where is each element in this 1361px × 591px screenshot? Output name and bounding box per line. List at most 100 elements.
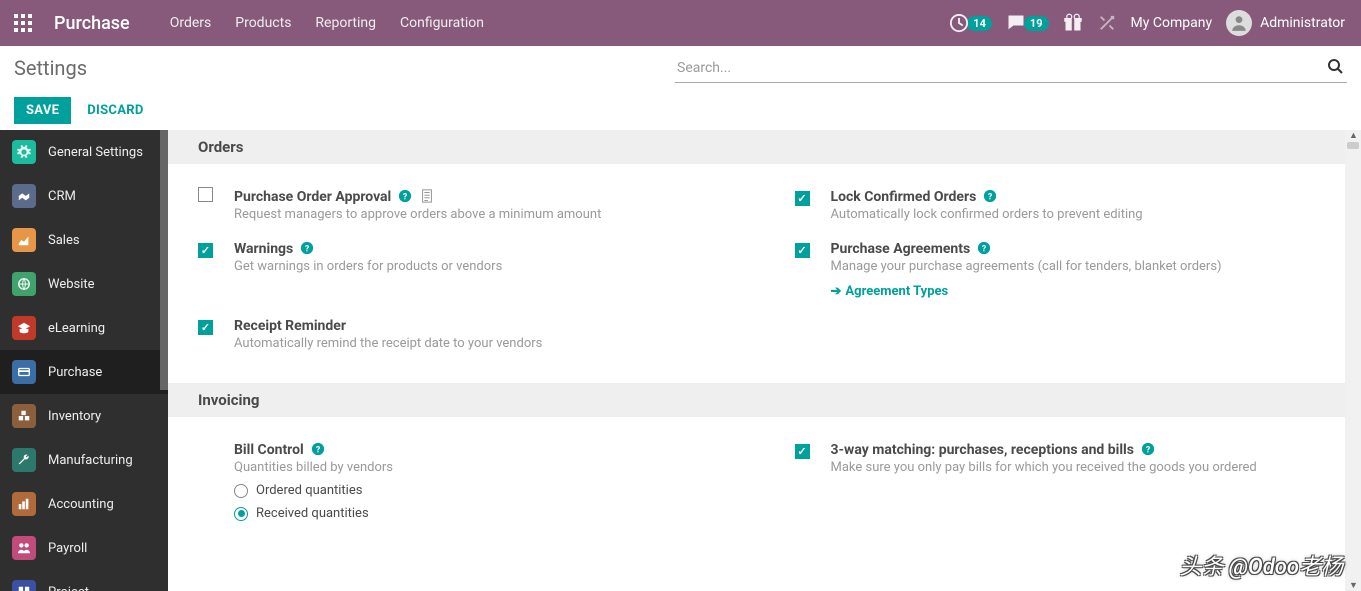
sidebar-scrollbar[interactable] bbox=[160, 130, 168, 390]
setting-po-approval-title: Purchase Order Approval bbox=[234, 189, 391, 205]
main-scrollbar[interactable]: ▲ ▼ bbox=[1345, 130, 1361, 591]
sidebar-item-purchase[interactable]: Purchase bbox=[0, 350, 168, 394]
help-icon[interactable]: ? bbox=[398, 189, 412, 203]
sidebar-item-general[interactable]: General Settings bbox=[0, 130, 168, 174]
setting-agreements-sub: Manage your purchase agreements (call fo… bbox=[831, 259, 1332, 274]
sidebar-item-label: Accounting bbox=[48, 497, 114, 512]
sidebar-item-crm[interactable]: CRM bbox=[0, 174, 168, 218]
checkbox-lock-orders[interactable] bbox=[795, 191, 810, 206]
radio-received-qty[interactable]: Received quantities bbox=[234, 506, 735, 521]
sidebar-item-label: Purchase bbox=[48, 365, 102, 380]
clock-icon bbox=[949, 13, 969, 33]
apps-launcher-icon[interactable] bbox=[0, 0, 46, 46]
sidebar-item-label: General Settings bbox=[48, 145, 143, 160]
checkbox-po-approval[interactable] bbox=[198, 187, 213, 202]
svg-text:?: ? bbox=[988, 193, 993, 203]
setting-bill-sub: Quantities billed by vendors bbox=[234, 460, 735, 475]
sidebar-item-label: Sales bbox=[48, 233, 80, 248]
app-title[interactable]: Purchase bbox=[54, 13, 130, 34]
setting-po-approval-sub: Request managers to approve orders above… bbox=[234, 207, 735, 222]
setting-receipt-sub: Automatically remind the receipt date to… bbox=[234, 336, 735, 351]
discard-button[interactable]: DISCARD bbox=[87, 103, 143, 118]
activity-count: 14 bbox=[967, 16, 992, 31]
bars-icon bbox=[12, 492, 36, 516]
radio-ordered-qty[interactable]: Ordered quantities bbox=[234, 483, 735, 498]
setting-warnings-sub: Get warnings in orders for products or v… bbox=[234, 259, 735, 274]
sidebar-item-label: Payroll bbox=[48, 541, 87, 556]
setting-lock-sub: Automatically lock confirmed orders to p… bbox=[831, 207, 1332, 222]
sidebar-item-payroll[interactable]: Payroll bbox=[0, 526, 168, 570]
sidebar-item-sales[interactable]: Sales bbox=[0, 218, 168, 262]
setting-3way-sub: Make sure you only pay bills for which y… bbox=[831, 460, 1332, 475]
svg-text:?: ? bbox=[982, 245, 987, 255]
checkbox-agreements[interactable] bbox=[795, 243, 810, 258]
scroll-up-icon[interactable]: ▲ bbox=[1349, 130, 1358, 141]
user-menu[interactable]: Administrator bbox=[1226, 10, 1345, 36]
setting-lock-title: Lock Confirmed Orders bbox=[831, 189, 977, 205]
setting-receipt-title: Receipt Reminder bbox=[234, 318, 346, 334]
people-icon bbox=[12, 536, 36, 560]
main-content: Orders Purchase Order Approval ? Request… bbox=[168, 130, 1361, 591]
svg-text:?: ? bbox=[1146, 446, 1151, 456]
nav-reporting[interactable]: Reporting bbox=[315, 15, 376, 31]
handshake-icon bbox=[12, 184, 36, 208]
user-name: Administrator bbox=[1260, 15, 1345, 31]
checkbox-receipt-reminder[interactable] bbox=[198, 320, 213, 335]
scroll-thumb[interactable] bbox=[1347, 142, 1359, 149]
gear-icon bbox=[12, 140, 36, 164]
agreement-types-link[interactable]: ➔ Agreement Types bbox=[831, 284, 1332, 299]
doc-icon[interactable] bbox=[420, 189, 434, 203]
sidebar-item-label: CRM bbox=[48, 189, 76, 204]
chart-icon bbox=[12, 228, 36, 252]
sidebar-item-website[interactable]: Website bbox=[0, 262, 168, 306]
discuss-button[interactable]: 19 bbox=[1006, 13, 1049, 33]
search-icon[interactable] bbox=[1327, 58, 1343, 78]
page-title: Settings bbox=[14, 56, 87, 80]
wrench-icon bbox=[12, 448, 36, 472]
sidebar-item-label: eLearning bbox=[48, 321, 105, 336]
task-icon bbox=[12, 580, 36, 591]
arrow-right-icon: ➔ bbox=[831, 284, 842, 299]
section-invoicing: Invoicing bbox=[168, 383, 1361, 417]
company-switcher[interactable]: My Company bbox=[1131, 15, 1213, 31]
sidebar-item-manufacturing[interactable]: Manufacturing bbox=[0, 438, 168, 482]
activities-button[interactable]: 14 bbox=[949, 13, 992, 33]
setting-bill-title: Bill Control bbox=[234, 442, 304, 458]
sidebar-item-accounting[interactable]: Accounting bbox=[0, 482, 168, 526]
sidebar-item-elearning[interactable]: eLearning bbox=[0, 306, 168, 350]
msg-count: 19 bbox=[1024, 16, 1049, 31]
sidebar-item-inventory[interactable]: Inventory bbox=[0, 394, 168, 438]
nav-configuration[interactable]: Configuration bbox=[400, 15, 484, 31]
help-icon[interactable]: ? bbox=[983, 189, 997, 203]
nav-orders[interactable]: Orders bbox=[170, 15, 212, 31]
avatar-icon bbox=[1226, 10, 1252, 36]
help-icon[interactable]: ? bbox=[977, 241, 991, 255]
setting-warnings-title: Warnings bbox=[234, 241, 293, 257]
settings-sidebar: General Settings CRM Sales Website eLear… bbox=[0, 130, 168, 591]
checkbox-3way[interactable] bbox=[795, 444, 810, 459]
sidebar-item-label: Manufacturing bbox=[48, 453, 133, 468]
boxes-icon bbox=[12, 404, 36, 428]
sidebar-item-project[interactable]: Project bbox=[0, 570, 168, 591]
globe-icon bbox=[12, 272, 36, 296]
svg-text:?: ? bbox=[315, 446, 320, 456]
sidebar-item-label: Inventory bbox=[48, 409, 101, 424]
help-icon[interactable]: ? bbox=[311, 442, 325, 456]
search-input[interactable] bbox=[675, 54, 1347, 83]
save-button[interactable]: SAVE bbox=[14, 97, 71, 124]
sidebar-item-label: Website bbox=[48, 277, 95, 292]
section-orders: Orders bbox=[168, 130, 1361, 164]
checkbox-warnings[interactable] bbox=[198, 243, 213, 258]
debug-icon[interactable] bbox=[1097, 13, 1117, 33]
graduation-icon bbox=[12, 316, 36, 340]
help-icon[interactable]: ? bbox=[300, 241, 314, 255]
chat-icon bbox=[1006, 13, 1026, 33]
radio-icon bbox=[234, 507, 248, 521]
scroll-down-icon[interactable]: ▼ bbox=[1349, 580, 1358, 591]
nav-products[interactable]: Products bbox=[235, 15, 291, 31]
gift-icon[interactable] bbox=[1063, 13, 1083, 33]
sidebar-item-label: Project bbox=[48, 585, 89, 591]
svg-text:?: ? bbox=[305, 245, 310, 255]
setting-3way-title: 3-way matching: purchases, receptions an… bbox=[831, 442, 1134, 458]
help-icon[interactable]: ? bbox=[1141, 442, 1155, 456]
